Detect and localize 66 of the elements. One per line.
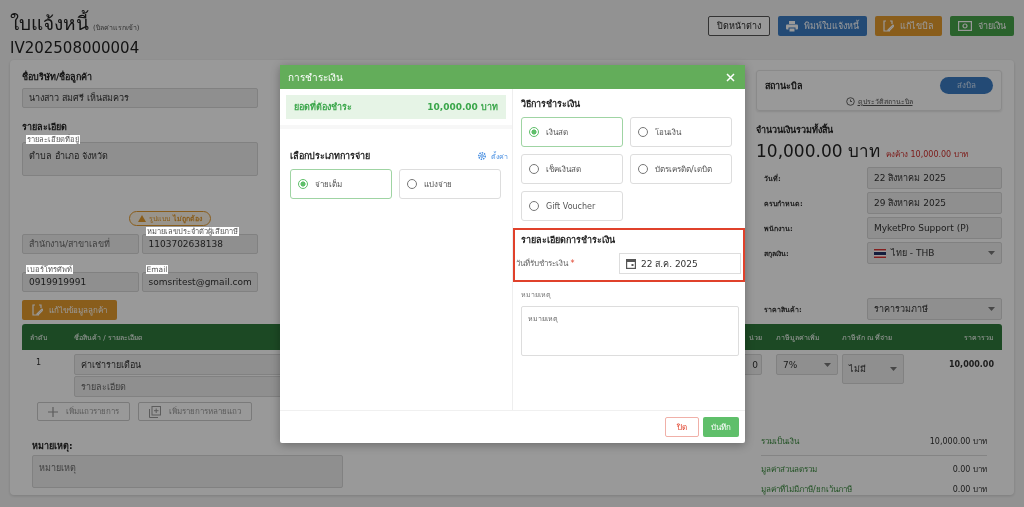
summary-label: มูลค่าที่ไม่มีภาษี/ยกเว้นภาษี	[761, 483, 852, 496]
summary-label: มูลค่าส่วนลดรวม	[761, 464, 817, 476]
caret-icon	[824, 362, 831, 367]
plus-icon	[48, 406, 58, 417]
withholding-select[interactable]: ไม่มี	[842, 354, 904, 384]
printer-icon	[786, 20, 798, 32]
total-amount: 10,000.00 บาท	[756, 140, 880, 163]
payment-method-option[interactable]: Gift Voucher	[521, 191, 623, 221]
summary-value: 10,000.00 บาท	[929, 436, 987, 448]
amount-due-label: ยอดที่ต้องชำระ	[294, 100, 352, 114]
print-button[interactable]: พิมพ์ใบแจ้งหนี้	[778, 16, 867, 36]
info-field[interactable]: 22 สิงหาคม 2025	[867, 167, 1002, 189]
dialog-title: การชำระเงิน	[288, 70, 343, 85]
settings-icon	[477, 151, 487, 161]
pay-button[interactable]: จ่ายเงิน	[950, 16, 1014, 36]
branch-field[interactable]: สำนักงาน/สาขาเลขที่	[22, 234, 139, 254]
summary-value: 0.00 บาท	[952, 464, 987, 476]
section-label: วิธีการชำระเงิน	[521, 98, 581, 111]
row-number: 1	[35, 357, 43, 367]
payment-method-option[interactable]: บัตรเครดิต/เดบิต	[630, 154, 732, 184]
status-label: สถานะบิล	[765, 79, 803, 93]
payment-method-option[interactable]: เช็คเงินสด	[521, 154, 623, 184]
info-field[interactable]: 29 สิงหาคม 2025	[867, 192, 1002, 214]
amount-due-value: 10,000.00 บาท	[427, 101, 498, 114]
close-icon	[726, 72, 735, 82]
calendar-icon	[626, 258, 636, 269]
close-button[interactable]	[724, 70, 737, 84]
section-label: รายละเอียด	[22, 121, 68, 134]
info-field[interactable]: MyketPro Support (P)	[867, 217, 1002, 239]
price-type-select[interactable]: ราคารวมภาษี	[867, 298, 1002, 320]
edit-icon	[32, 304, 43, 316]
payment-method-option[interactable]: เงินสด	[521, 117, 623, 147]
document-number: IV202508000004	[10, 39, 140, 57]
edit-icon	[883, 20, 894, 32]
row-total: 10,000.00	[947, 359, 994, 369]
section-label: รายละเอียดการชำระเงิน	[521, 234, 616, 247]
currency-select[interactable]: ไทย - THB	[867, 242, 1002, 264]
field-label: ชื่อบริษัท/ชื่อลูกค้า	[22, 70, 94, 84]
vat-select[interactable]: 7%	[776, 354, 838, 375]
customer-name-field[interactable]: นางสาว สมศรี เห็นสมควร	[22, 88, 258, 108]
flag-icon	[874, 248, 886, 258]
cash-icon	[958, 21, 972, 31]
outstanding-amount: คงค้าง 10,000.00 บาท	[885, 149, 968, 161]
warning-icon	[138, 215, 147, 222]
required-mark: *	[570, 259, 575, 268]
phone-field[interactable]: 0919919991	[22, 272, 139, 292]
date-field[interactable]: 22 ส.ค. 2025	[619, 253, 741, 274]
summary-value: 0.00 บาท	[952, 484, 987, 496]
date-label: วันที่รับชำระเงิน *	[516, 257, 575, 270]
payment-type-option[interactable]: แบ่งจ่าย	[399, 169, 501, 199]
page-title: ใบแจ้งหนี้	[10, 9, 89, 36]
caret-icon	[988, 251, 995, 255]
email-field[interactable]: somsritest@gmail.com	[141, 272, 258, 292]
caret-icon	[988, 307, 995, 311]
payment-type-option[interactable]: จ่ายเต็ม	[290, 169, 392, 199]
close-dialog-button[interactable]: ปิด	[665, 417, 699, 437]
total-label: จำนวนเงินรวมทั้งสิ้น	[756, 123, 834, 137]
section-label: เลือกประเภทการจ่าย	[290, 149, 370, 163]
caret-icon	[890, 367, 897, 371]
add-multiple-icon	[149, 405, 161, 418]
payment-method-option[interactable]: โอนเงิน	[630, 117, 732, 147]
remark-label: หมายเหตุ:	[32, 440, 74, 453]
close-window-button[interactable]: ปิดหน้าต่าง	[708, 16, 770, 36]
clock-icon	[845, 97, 855, 106]
summary-label: รวมเป็นเงิน	[761, 435, 799, 448]
remark-field[interactable]: หมายเหตุ	[32, 455, 343, 488]
